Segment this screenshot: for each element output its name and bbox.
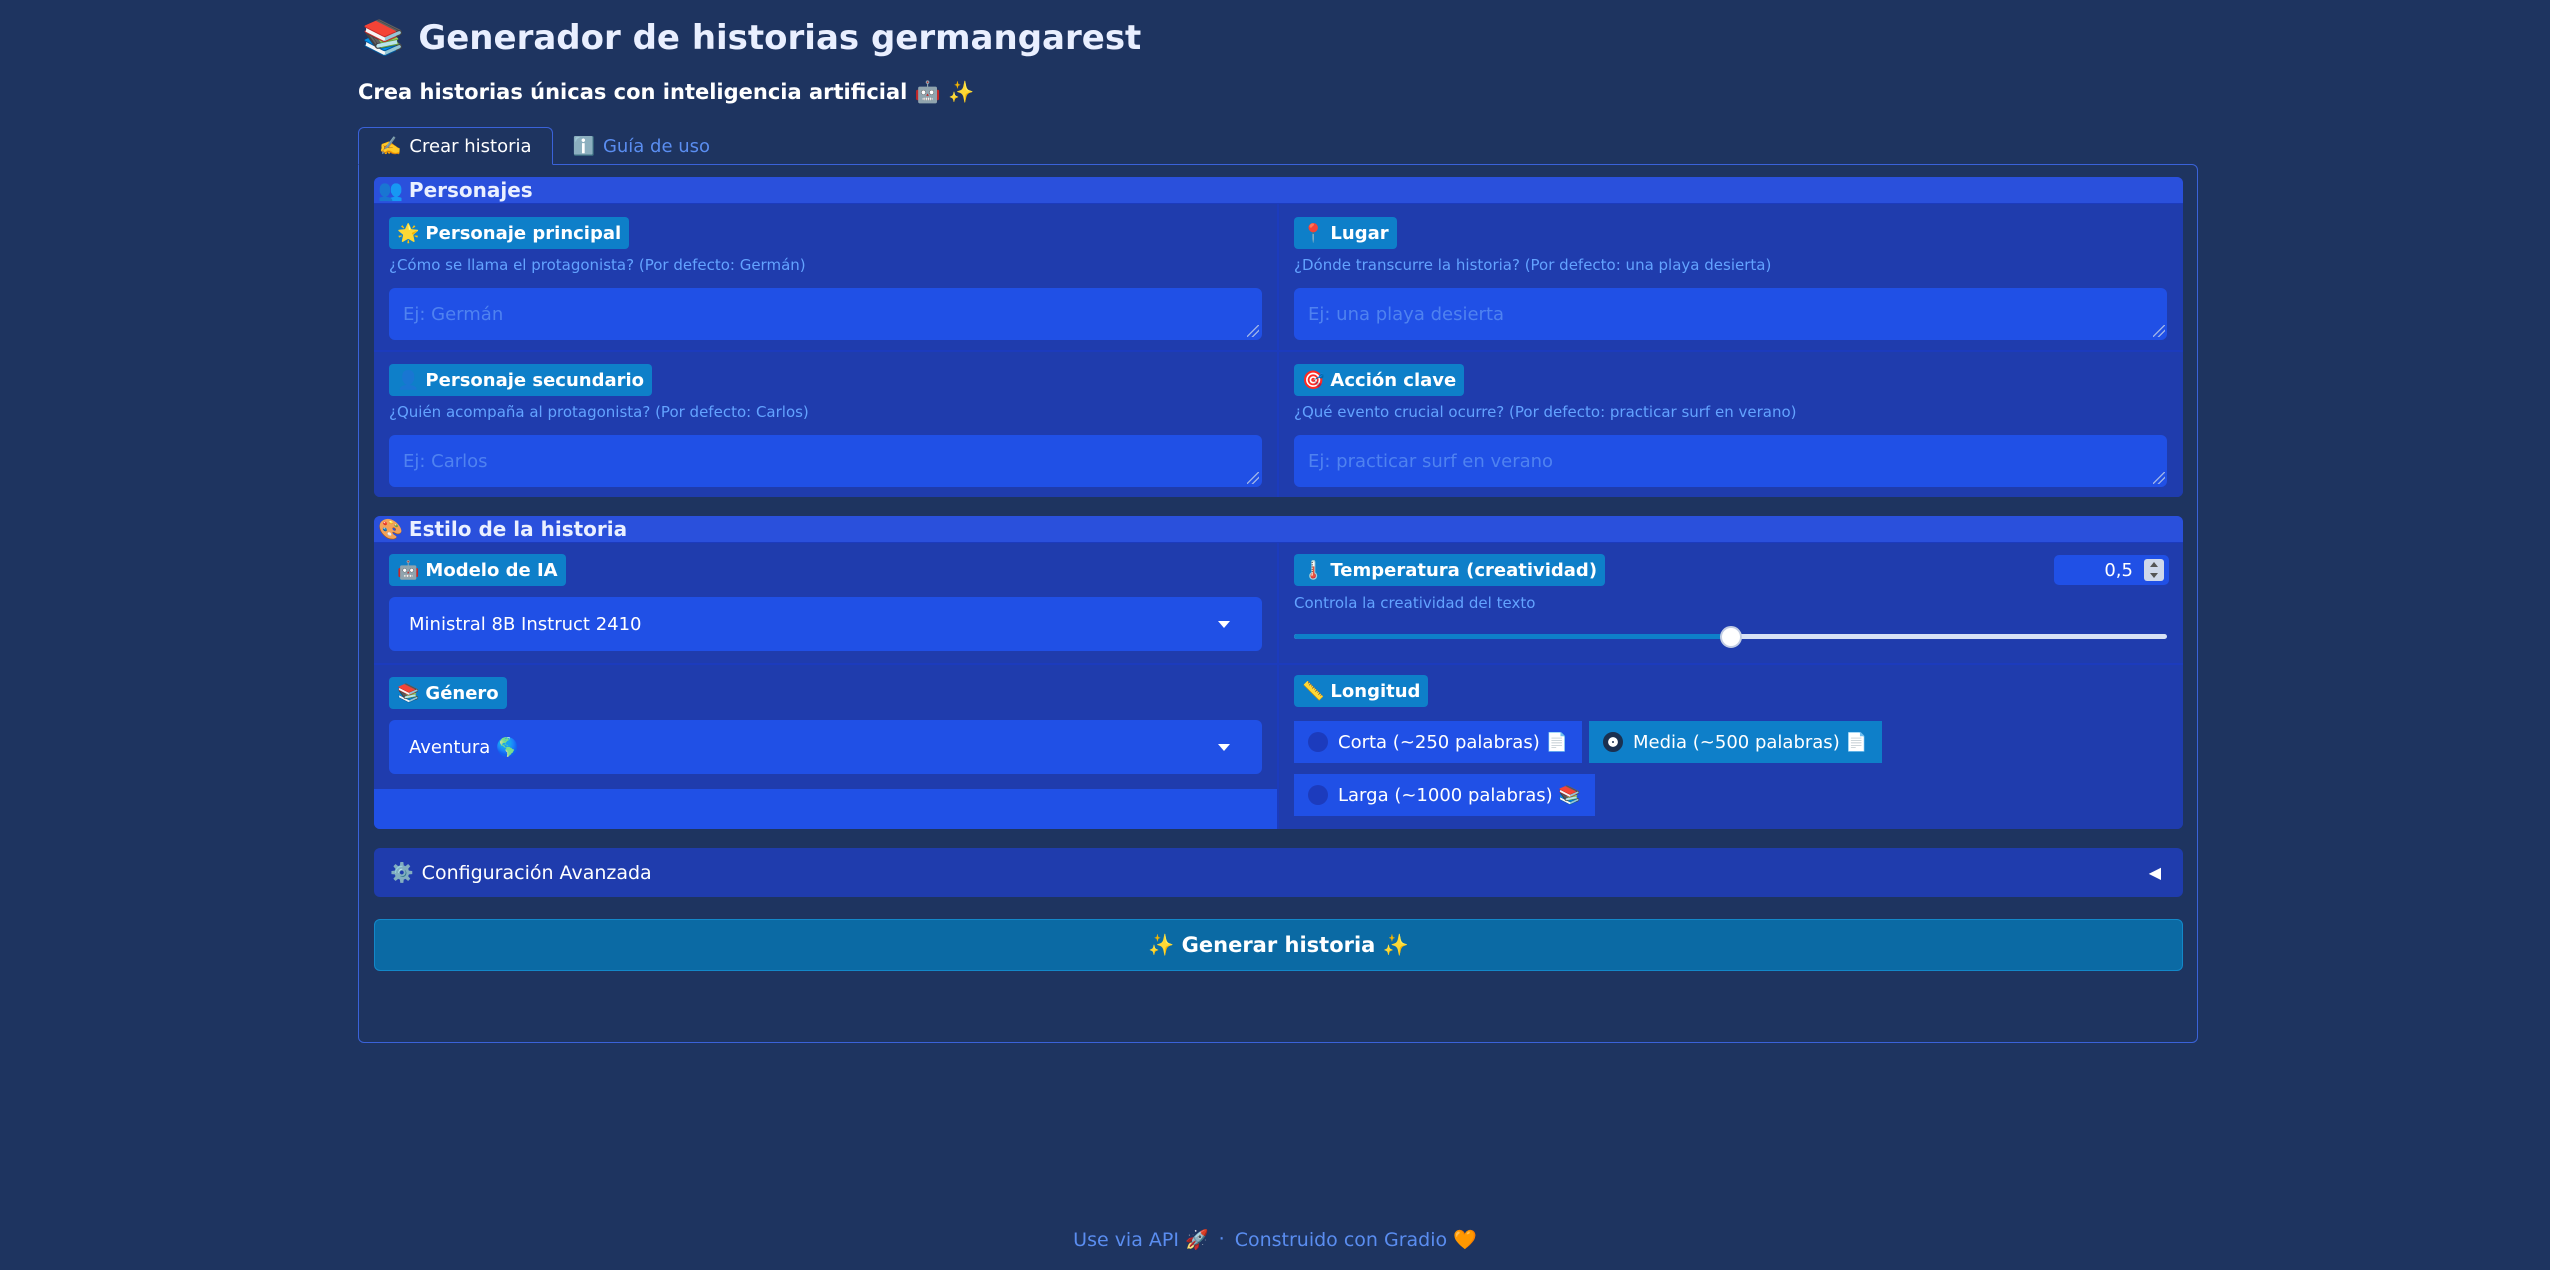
app-title: 📚 Generador de historias germangarest	[362, 18, 1141, 58]
secondary-character-label-text: Personaje secundario	[425, 369, 645, 391]
footer-separator: ·	[1218, 1228, 1225, 1250]
secondary-character-input[interactable]	[389, 435, 1262, 487]
main-character-label-text: Personaje principal	[425, 222, 622, 244]
tab-label: Crear historia	[409, 135, 532, 157]
style-group: 🎨 Estilo de la historia 🤖 Modelo de IA M…	[374, 516, 2183, 829]
style-group-title: Estilo de la historia	[408, 517, 628, 541]
length-option-label: Larga (~1000 palabras) 📚	[1338, 784, 1581, 806]
radio-icon[interactable]	[1308, 732, 1328, 752]
key-action-label-text: Acción clave	[1330, 369, 1457, 391]
books-icon: 📚	[362, 18, 405, 58]
tab-bar: ✍️ Crear historia ℹ️ Guía de uso	[358, 127, 730, 165]
place-cell: 📍 Lugar ¿Dónde transcurre la historia? (…	[1279, 204, 2183, 350]
place-label-text: Lugar	[1330, 222, 1389, 244]
info-icon: ℹ️	[572, 135, 595, 157]
temperature-label-text: Temperatura (creatividad)	[1330, 559, 1598, 581]
star-icon: 🌟	[397, 222, 420, 244]
generate-story-button[interactable]: ✨ Generar historia ✨	[374, 919, 2183, 971]
secondary-character-cell: 👤 Personaje secundario ¿Quién acompaña a…	[374, 352, 1277, 497]
chevron-down-icon	[1218, 621, 1230, 628]
use-via-api-link[interactable]: Use via API 🚀	[1073, 1228, 1209, 1251]
secondary-character-label: 👤 Personaje secundario	[389, 364, 653, 396]
style-group-header: 🎨 Estilo de la historia	[374, 516, 2183, 542]
advanced-settings-accordion[interactable]: ⚙️ Configuración Avanzada ◀	[374, 848, 2183, 897]
pin-icon: 📍	[1302, 222, 1325, 244]
built-with-gradio-link[interactable]: Construido con Gradio 🧡	[1235, 1228, 1477, 1251]
thermometer-icon: 🌡️	[1302, 559, 1325, 581]
temperature-hint: Controla la creatividad del texto	[1294, 594, 1536, 612]
secondary-character-hint: ¿Quién acompaña al protagonista? (Por de…	[389, 403, 809, 421]
main-character-input[interactable]	[389, 288, 1262, 340]
ruler-icon: 📏	[1302, 680, 1325, 702]
writing-hand-icon: ✍️	[379, 135, 402, 157]
temperature-cell: 🌡️ Temperatura (creatividad) 0,5 Control…	[1279, 543, 2183, 663]
temperature-value: 0,5	[2104, 559, 2133, 581]
length-cell: 📏 Longitud Corta (~250 palabras) 📄 Media…	[1279, 665, 2183, 829]
chevron-down-icon	[1218, 744, 1230, 751]
model-label-text: Modelo de IA	[425, 559, 558, 581]
key-action-cell: 🎯 Acción clave ¿Qué evento crucial ocurr…	[1279, 352, 2183, 497]
gear-icon: ⚙️	[390, 862, 414, 884]
main-character-hint: ¿Cómo se llama el protagonista? (Por def…	[389, 256, 806, 274]
key-action-label: 🎯 Acción clave	[1294, 364, 1465, 396]
genre-cell: 📚 Género Aventura 🌎	[374, 665, 1277, 829]
people-icon: 👥	[378, 178, 403, 202]
length-option-label: Corta (~250 palabras) 📄	[1338, 731, 1568, 753]
model-dropdown[interactable]: Ministral 8B Instruct 2410	[389, 597, 1262, 651]
robot-icon: 🤖	[397, 559, 420, 581]
model-selected: Ministral 8B Instruct 2410	[409, 613, 642, 635]
characters-group-title: Personajes	[408, 178, 533, 202]
tab-guia-de-uso[interactable]: ℹ️ Guía de uso	[553, 127, 731, 165]
radio-checked-icon[interactable]	[1603, 732, 1623, 752]
characters-group-header: 👥 Personajes	[374, 177, 2183, 203]
temperature-slider-fill	[1294, 634, 1731, 639]
place-input[interactable]	[1294, 288, 2167, 340]
tab-crear-historia[interactable]: ✍️ Crear historia	[358, 127, 553, 165]
genre-label-text: Género	[425, 682, 499, 704]
characters-group: 👥 Personajes 🌟 Personaje principal ¿Cómo…	[374, 177, 2183, 497]
resize-grip-icon[interactable]	[2153, 325, 2165, 337]
place-label: 📍 Lugar	[1294, 217, 1397, 249]
model-label: 🤖 Modelo de IA	[389, 554, 566, 586]
key-action-hint: ¿Qué evento crucial ocurre? (Por defecto…	[1294, 403, 1797, 421]
model-cell: 🤖 Modelo de IA Ministral 8B Instruct 241…	[374, 543, 1277, 663]
person-icon: 👤	[397, 369, 420, 391]
resize-grip-icon[interactable]	[1247, 325, 1259, 337]
chevron-left-icon: ◀	[2148, 863, 2161, 882]
radio-icon[interactable]	[1308, 785, 1328, 805]
resize-grip-icon[interactable]	[1247, 472, 1259, 484]
target-icon: 🎯	[1302, 369, 1325, 391]
length-option-corta[interactable]: Corta (~250 palabras) 📄	[1294, 721, 1582, 763]
footer: Use via API 🚀 · Construido con Gradio 🧡	[0, 1228, 2550, 1251]
genre-dropdown[interactable]: Aventura 🌎	[389, 720, 1262, 774]
stepper-icon[interactable]	[2144, 559, 2164, 581]
key-action-input[interactable]	[1294, 435, 2167, 487]
temperature-number-input[interactable]: 0,5	[2054, 555, 2169, 585]
place-hint: ¿Dónde transcurre la historia? (Por defe…	[1294, 256, 1772, 274]
length-option-media[interactable]: Media (~500 palabras) 📄	[1589, 721, 1882, 763]
genre-selected: Aventura 🌎	[409, 736, 519, 758]
app-title-text: Generador de historias germangarest	[418, 18, 1142, 58]
temperature-slider-thumb[interactable]	[1719, 626, 1742, 648]
length-option-label: Media (~500 palabras) 📄	[1633, 731, 1868, 753]
genre-label: 📚 Género	[389, 677, 507, 709]
resize-grip-icon[interactable]	[2153, 472, 2165, 484]
app-subtitle: Crea historias únicas con inteligencia a…	[358, 80, 975, 104]
books-icon: 📚	[397, 682, 420, 704]
main-character-label: 🌟 Personaje principal	[389, 217, 630, 249]
palette-icon: 🎨	[378, 517, 403, 541]
main-character-cell: 🌟 Personaje principal ¿Cómo se llama el …	[374, 204, 1277, 350]
advanced-settings-label: Configuración Avanzada	[421, 861, 652, 884]
length-label: 📏 Longitud	[1294, 675, 1429, 707]
temperature-label: 🌡️ Temperatura (creatividad)	[1294, 554, 1606, 586]
tab-panel-crear-historia: 👥 Personajes 🌟 Personaje principal ¿Cómo…	[358, 164, 2198, 1043]
tab-label: Guía de uso	[602, 135, 711, 157]
genre-cell-footer	[374, 789, 1277, 829]
temperature-slider[interactable]	[1294, 626, 2167, 648]
length-option-larga[interactable]: Larga (~1000 palabras) 📚	[1294, 774, 1595, 816]
length-label-text: Longitud	[1330, 680, 1421, 702]
